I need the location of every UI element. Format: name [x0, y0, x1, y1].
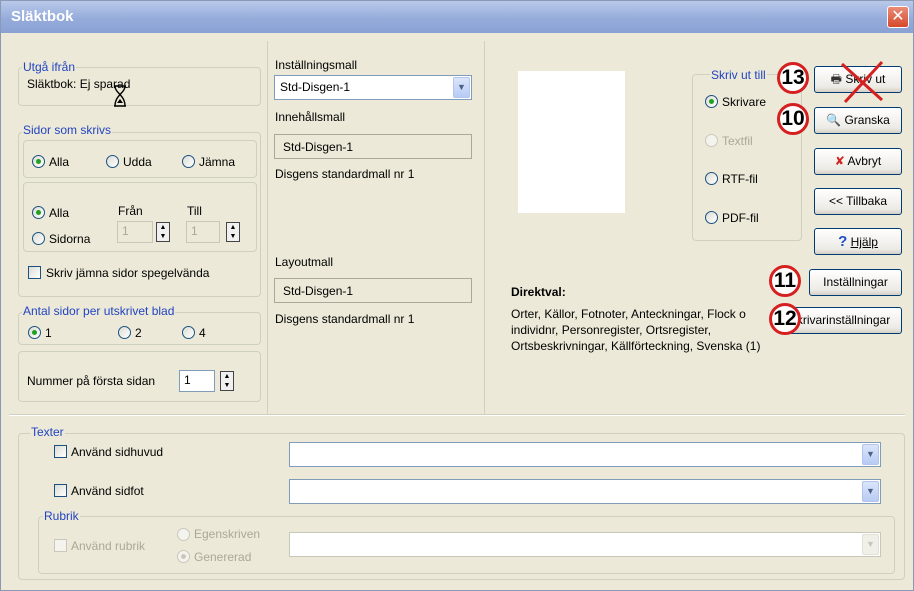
pages-legend: Sidor som skrivs — [22, 123, 113, 137]
left-divider — [267, 41, 268, 414]
parity-even-radio[interactable] — [182, 155, 195, 168]
printer-settings-button[interactable]: Skrivarinställningar — [787, 307, 902, 334]
layout-template-label: Layoutmall — [275, 255, 334, 269]
per-sheet-1-radio[interactable] — [28, 326, 41, 339]
help-question-icon: ? — [838, 233, 848, 250]
range-from-spinner[interactable]: ▲ ▼ — [156, 222, 170, 242]
per-sheet-1-label: 1 — [45, 326, 52, 340]
callout-12: 12 — [769, 303, 801, 335]
range-pages-label: Sidorna — [49, 232, 91, 246]
cancel-button-label: Avbryt — [847, 154, 882, 168]
header-select[interactable]: ▼ — [289, 442, 881, 467]
output-textfile-label: Textfil — [722, 134, 753, 148]
range-to-label: Till — [187, 204, 202, 218]
output-pdf-radio[interactable] — [705, 211, 718, 224]
help-button[interactable]: ? Hjälp — [814, 228, 902, 255]
settings-button[interactable]: Inställningar — [809, 269, 902, 296]
parity-all-label: Alla — [49, 155, 70, 169]
cancel-x-icon: ✘ — [834, 154, 845, 168]
direktval-heading: Direktval: — [511, 285, 566, 299]
chevron-down-icon[interactable]: ▼ — [862, 444, 879, 465]
parity-even-label: Jämna — [199, 155, 236, 169]
rubric-legend: Rubrik — [43, 509, 80, 523]
middle-divider — [484, 41, 485, 414]
range-to-input[interactable]: 1 — [186, 221, 220, 243]
bottom-divider — [9, 414, 905, 416]
content-template-field: Std-Disgen-1 — [274, 134, 472, 159]
parity-all-radio[interactable] — [32, 155, 45, 168]
parity-odd-label: Udda — [123, 155, 152, 169]
hourglass-icon — [114, 85, 126, 107]
preview-button[interactable]: 🔍 Granska — [814, 107, 902, 134]
window-title: Släktbok — [11, 8, 74, 25]
rubric-generated-radio — [177, 550, 190, 563]
help-button-label: Hjälp — [850, 235, 878, 249]
settings-template-select[interactable]: Std-Disgen-1 ▼ — [274, 75, 472, 100]
per-sheet-2-label: 2 — [135, 326, 142, 340]
range-all-radio[interactable] — [32, 206, 45, 219]
per-sheet-4-label: 4 — [199, 326, 206, 340]
callout-13: 13 — [777, 62, 809, 94]
range-to-spinner[interactable]: ▲ ▼ — [226, 222, 240, 242]
callout-11: 11 — [769, 265, 801, 297]
output-rtf-radio[interactable] — [705, 172, 718, 185]
dialog-window: Släktbok ✕ Utgå ifrån Släktbok: Ej spara… — [0, 0, 914, 591]
per-sheet-4-radio[interactable] — [182, 326, 195, 339]
output-rtf-label: RTF-fil — [722, 172, 758, 186]
title-bar[interactable]: Släktbok ✕ — [1, 1, 913, 33]
cancel-button[interactable]: ✘ Avbryt — [814, 148, 902, 175]
rubric-generated-label: Genererad — [194, 550, 252, 564]
texts-legend: Texter — [30, 425, 65, 439]
parity-odd-radio[interactable] — [106, 155, 119, 168]
range-all-label: Alla — [49, 206, 70, 220]
close-icon[interactable]: ✕ — [887, 6, 909, 28]
mirror-label: Skriv jämna sidor spegelvända — [46, 266, 210, 280]
source-legend: Utgå ifrån — [22, 60, 77, 74]
preview-button-label: Granska — [844, 113, 890, 127]
footer-select[interactable]: ▼ — [289, 479, 881, 504]
chevron-down-icon: ▼ — [862, 534, 879, 555]
first-page-spinner[interactable]: ▲ ▼ — [220, 371, 234, 391]
first-page-input[interactable]: 1 — [179, 370, 215, 392]
per-sheet-2-radio[interactable] — [118, 326, 131, 339]
range-from-input[interactable]: 1 — [117, 221, 153, 243]
mirror-checkbox[interactable] — [28, 266, 41, 279]
range-pages-radio[interactable] — [32, 232, 45, 245]
layout-template-desc: Disgens standardmall nr 1 — [275, 312, 415, 326]
back-button[interactable]: << Tillbaka — [814, 188, 902, 215]
crossed-out-icon — [840, 60, 884, 104]
rubric-custom-radio — [177, 528, 190, 541]
direktval-text: Orter, Källor, Fotnoter, Anteckningar, F… — [511, 307, 761, 353]
use-rubric-label: Använd rubrik — [71, 539, 146, 553]
content-template-label: Innehållsmall — [275, 110, 346, 124]
output-printer-label: Skrivare — [722, 95, 767, 109]
content-template-desc: Disgens standardmall nr 1 — [275, 167, 415, 181]
chevron-down-icon[interactable]: ▼ — [453, 77, 470, 98]
layout-template-field: Std-Disgen-1 — [274, 278, 472, 303]
use-rubric-checkbox — [54, 539, 67, 552]
per-sheet-legend: Antal sidor per utskrivet blad — [22, 304, 176, 318]
rubric-custom-label: Egenskriven — [194, 527, 261, 541]
output-textfile-radio — [705, 134, 718, 147]
output-legend: Skriv ut till — [710, 68, 767, 82]
page-preview — [518, 71, 625, 213]
first-page-label: Nummer på första sidan — [27, 374, 156, 388]
settings-template-value: Std-Disgen-1 — [280, 80, 351, 94]
chevron-down-icon[interactable]: ▼ — [862, 481, 879, 502]
output-printer-radio[interactable] — [705, 95, 718, 108]
use-footer-label: Använd sidfot — [71, 484, 144, 498]
rubric-select: ▼ — [289, 532, 881, 557]
settings-template-label: Inställningsmall — [275, 58, 358, 72]
magnifier-page-icon: 🔍 — [826, 113, 842, 127]
use-footer-checkbox[interactable] — [54, 484, 67, 497]
callout-10: 10 — [777, 103, 809, 135]
use-header-checkbox[interactable] — [54, 445, 67, 458]
range-from-label: Från — [118, 204, 143, 218]
output-pdf-label: PDF-fil — [722, 211, 759, 225]
use-header-label: Använd sidhuvud — [71, 445, 164, 459]
